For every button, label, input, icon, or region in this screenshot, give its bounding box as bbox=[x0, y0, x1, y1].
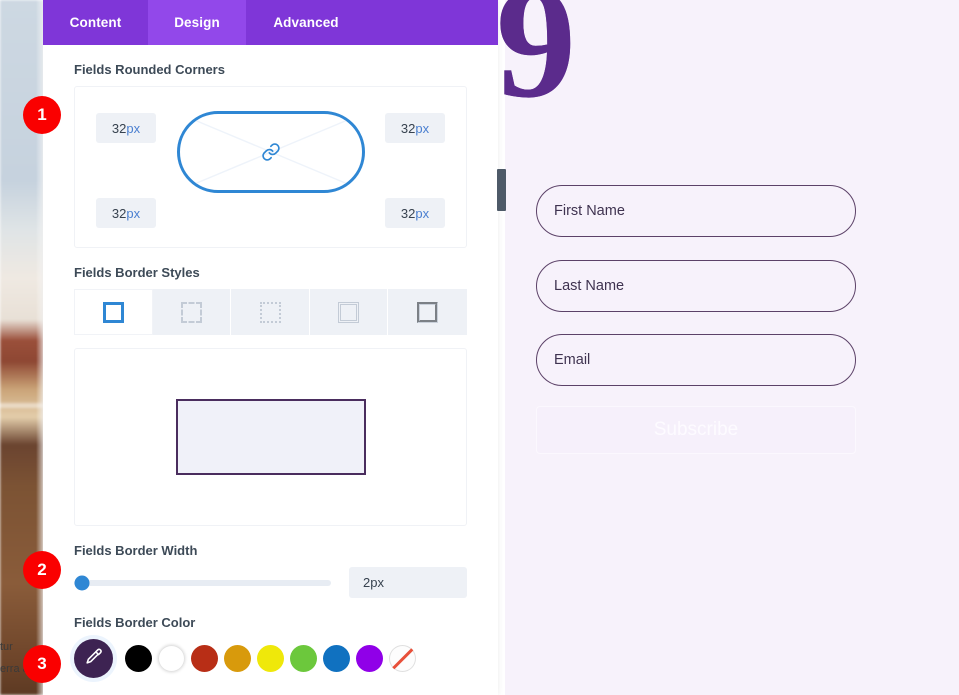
corner-bl-unit: px bbox=[126, 205, 141, 221]
corner-input-bottom-left[interactable]: 32 px bbox=[96, 198, 156, 228]
corner-tl-unit: px bbox=[126, 120, 141, 136]
first-name-placeholder: First Name bbox=[554, 203, 625, 219]
border-style-double[interactable] bbox=[309, 289, 389, 335]
corner-bl-number: 32 bbox=[111, 205, 127, 221]
corner-br-unit: px bbox=[415, 205, 430, 221]
tab-design[interactable]: Design bbox=[148, 0, 246, 45]
border-style-solid[interactable] bbox=[74, 289, 153, 335]
border-style-dashed[interactable] bbox=[152, 289, 232, 335]
border-preview-swatch bbox=[175, 399, 366, 475]
link-icon[interactable] bbox=[261, 142, 281, 162]
solid-border-icon bbox=[102, 301, 124, 323]
border-width-slider[interactable] bbox=[74, 575, 331, 590]
email-input[interactable]: Email bbox=[536, 334, 856, 386]
border-style-groove[interactable] bbox=[388, 289, 467, 335]
dashed-border-icon bbox=[180, 301, 202, 323]
border-width-control: 2px bbox=[74, 567, 467, 598]
border-color-label: Fields Border Color bbox=[74, 615, 196, 630]
color-picker-eyedropper-button[interactable] bbox=[74, 639, 113, 678]
swatch-black[interactable] bbox=[125, 645, 152, 672]
screenshot-root: tur erra ali 9 Subscribe for Deals & Rec… bbox=[0, 0, 959, 695]
swatch-red[interactable] bbox=[191, 645, 218, 672]
subscribe-button[interactable]: Subscribe bbox=[536, 406, 856, 454]
decorative-numeral-overlay: 9 bbox=[496, 0, 576, 131]
annotation-badge-3: 3 bbox=[23, 645, 61, 683]
annotation-badge-2: 2 bbox=[23, 551, 61, 589]
first-name-input[interactable]: First Name bbox=[536, 185, 856, 237]
swatch-transparent[interactable] bbox=[389, 645, 416, 672]
email-placeholder: Email bbox=[554, 352, 591, 368]
border-style-options bbox=[74, 289, 467, 335]
swatch-orange[interactable] bbox=[224, 645, 251, 672]
corner-tl-number: 32 bbox=[111, 120, 127, 136]
corner-input-top-left[interactable]: 32 px bbox=[96, 113, 156, 143]
last-name-placeholder: Last Name bbox=[554, 278, 625, 294]
corner-br-number: 32 bbox=[400, 205, 416, 221]
settings-body: Fields Rounded Corners 32 px 32 px 32 px… bbox=[43, 62, 498, 678]
swatch-violet[interactable] bbox=[356, 645, 383, 672]
rounded-corners-control: 32 px 32 px 32 px 32 px bbox=[74, 86, 467, 248]
annotation-badge-1: 1 bbox=[23, 96, 61, 134]
border-preview-area bbox=[74, 348, 467, 526]
tab-content[interactable]: Content bbox=[43, 0, 148, 45]
swatch-yellow[interactable] bbox=[257, 645, 284, 672]
settings-panel-scrollbar[interactable] bbox=[497, 169, 506, 211]
tab-advanced[interactable]: Advanced bbox=[246, 0, 366, 45]
rounded-corners-label: Fields Rounded Corners bbox=[74, 62, 225, 77]
border-width-value[interactable]: 2px bbox=[349, 567, 467, 598]
last-name-input[interactable]: Last Name bbox=[536, 260, 856, 312]
groove-border-icon bbox=[417, 301, 439, 323]
dotted-border-icon bbox=[259, 301, 281, 323]
swatch-green[interactable] bbox=[290, 645, 317, 672]
corner-preview-shape bbox=[176, 111, 365, 193]
slider-thumb[interactable] bbox=[74, 575, 90, 590]
corner-tr-number: 32 bbox=[400, 120, 416, 136]
settings-tabs: Content Design Advanced bbox=[43, 0, 498, 45]
border-color-swatches bbox=[74, 639, 467, 678]
corner-input-bottom-right[interactable]: 32 px bbox=[385, 198, 445, 228]
border-styles-label: Fields Border Styles bbox=[74, 265, 200, 280]
double-border-icon bbox=[338, 301, 360, 323]
swatch-blue[interactable] bbox=[323, 645, 350, 672]
border-style-dotted[interactable] bbox=[231, 289, 310, 335]
corner-tr-unit: px bbox=[415, 120, 430, 136]
design-settings-panel: Content Design Advanced Fields Rounded C… bbox=[43, 0, 498, 695]
swatch-white[interactable] bbox=[158, 645, 185, 672]
eyedropper-icon bbox=[84, 647, 103, 671]
border-width-label: Fields Border Width bbox=[74, 543, 198, 558]
corner-input-top-right[interactable]: 32 px bbox=[385, 113, 445, 143]
